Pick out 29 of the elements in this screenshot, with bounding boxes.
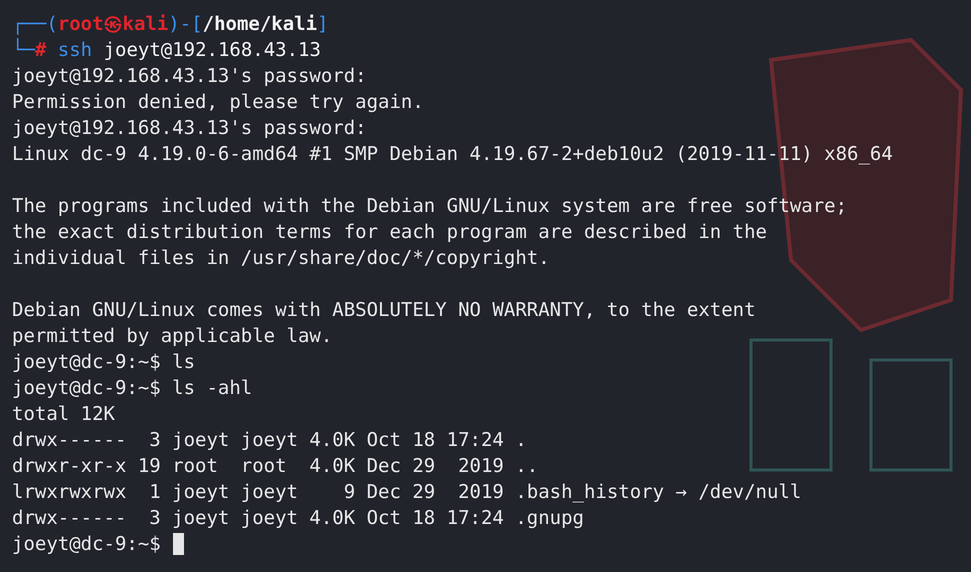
- terminal-line: Permission denied, please try again.: [12, 90, 424, 115]
- terminal-line: The programs included with the Debian GNU/Linux system are free software;: [12, 194, 848, 219]
- command-name: ssh: [58, 38, 92, 63]
- terminal-line: total 12K: [12, 402, 115, 427]
- terminal-line: drwx------ 3 joeyt joeyt 4.0K Oct 18 17:24 .: [12, 428, 527, 453]
- prompt-path: /home/kali: [202, 12, 318, 37]
- prompt-frame: └─: [12, 37, 35, 63]
- terminal-line: permitted by applicable law.: [12, 324, 332, 349]
- prompt-sign: #: [34, 39, 46, 63]
- terminal-line: joeyt@dc-9:~$ ls: [12, 350, 196, 375]
- prompt-host: kali: [122, 12, 168, 37]
- terminal-line: joeyt@192.168.43.13's password:: [12, 116, 367, 141]
- terminal-line: drwx------ 3 joeyt joeyt 4.0K Oct 18 17:24 .gnupg: [12, 506, 584, 531]
- command-arguments: joeyt@192.168.43.13: [104, 38, 321, 63]
- terminal-line: lrwxrwxrwx 1 joeyt joeyt 9 Dec 29 2019 .bash_history → /dev/null: [12, 480, 802, 505]
- shell-prompt: joeyt@dc-9:~$: [12, 532, 161, 557]
- text-cursor: [172, 533, 184, 555]
- terminal-line: joeyt@192.168.43.13's password:: [12, 64, 367, 89]
- terminal-line: individual files in /usr/share/doc/*/copyright.: [12, 246, 550, 271]
- terminal-line: drwxr-xr-x 19 root root 4.0K Dec 29 2019 ..: [12, 454, 538, 479]
- prompt-frame: ┌──(: [12, 11, 58, 37]
- prompt-user: root: [58, 12, 104, 37]
- prompt-symbol: ㉿: [104, 12, 123, 37]
- prompt-frame: )-[: [168, 11, 203, 37]
- terminal-line: Linux dc-9 4.19.0-6-amd64 #1 SMP Debian 4.19.67-2+deb10u2 (2019-11-11) x86_64: [12, 142, 893, 167]
- terminal-line: Debian GNU/Linux comes with ABSOLUTELY NO WARRANTY, to the extent: [12, 298, 756, 323]
- terminal-line: the exact distribution terms for each program are described in the: [12, 220, 767, 245]
- terminal-line: joeyt@dc-9:~$ ls -ahl: [12, 376, 252, 401]
- prompt-frame: ]: [317, 11, 328, 37]
